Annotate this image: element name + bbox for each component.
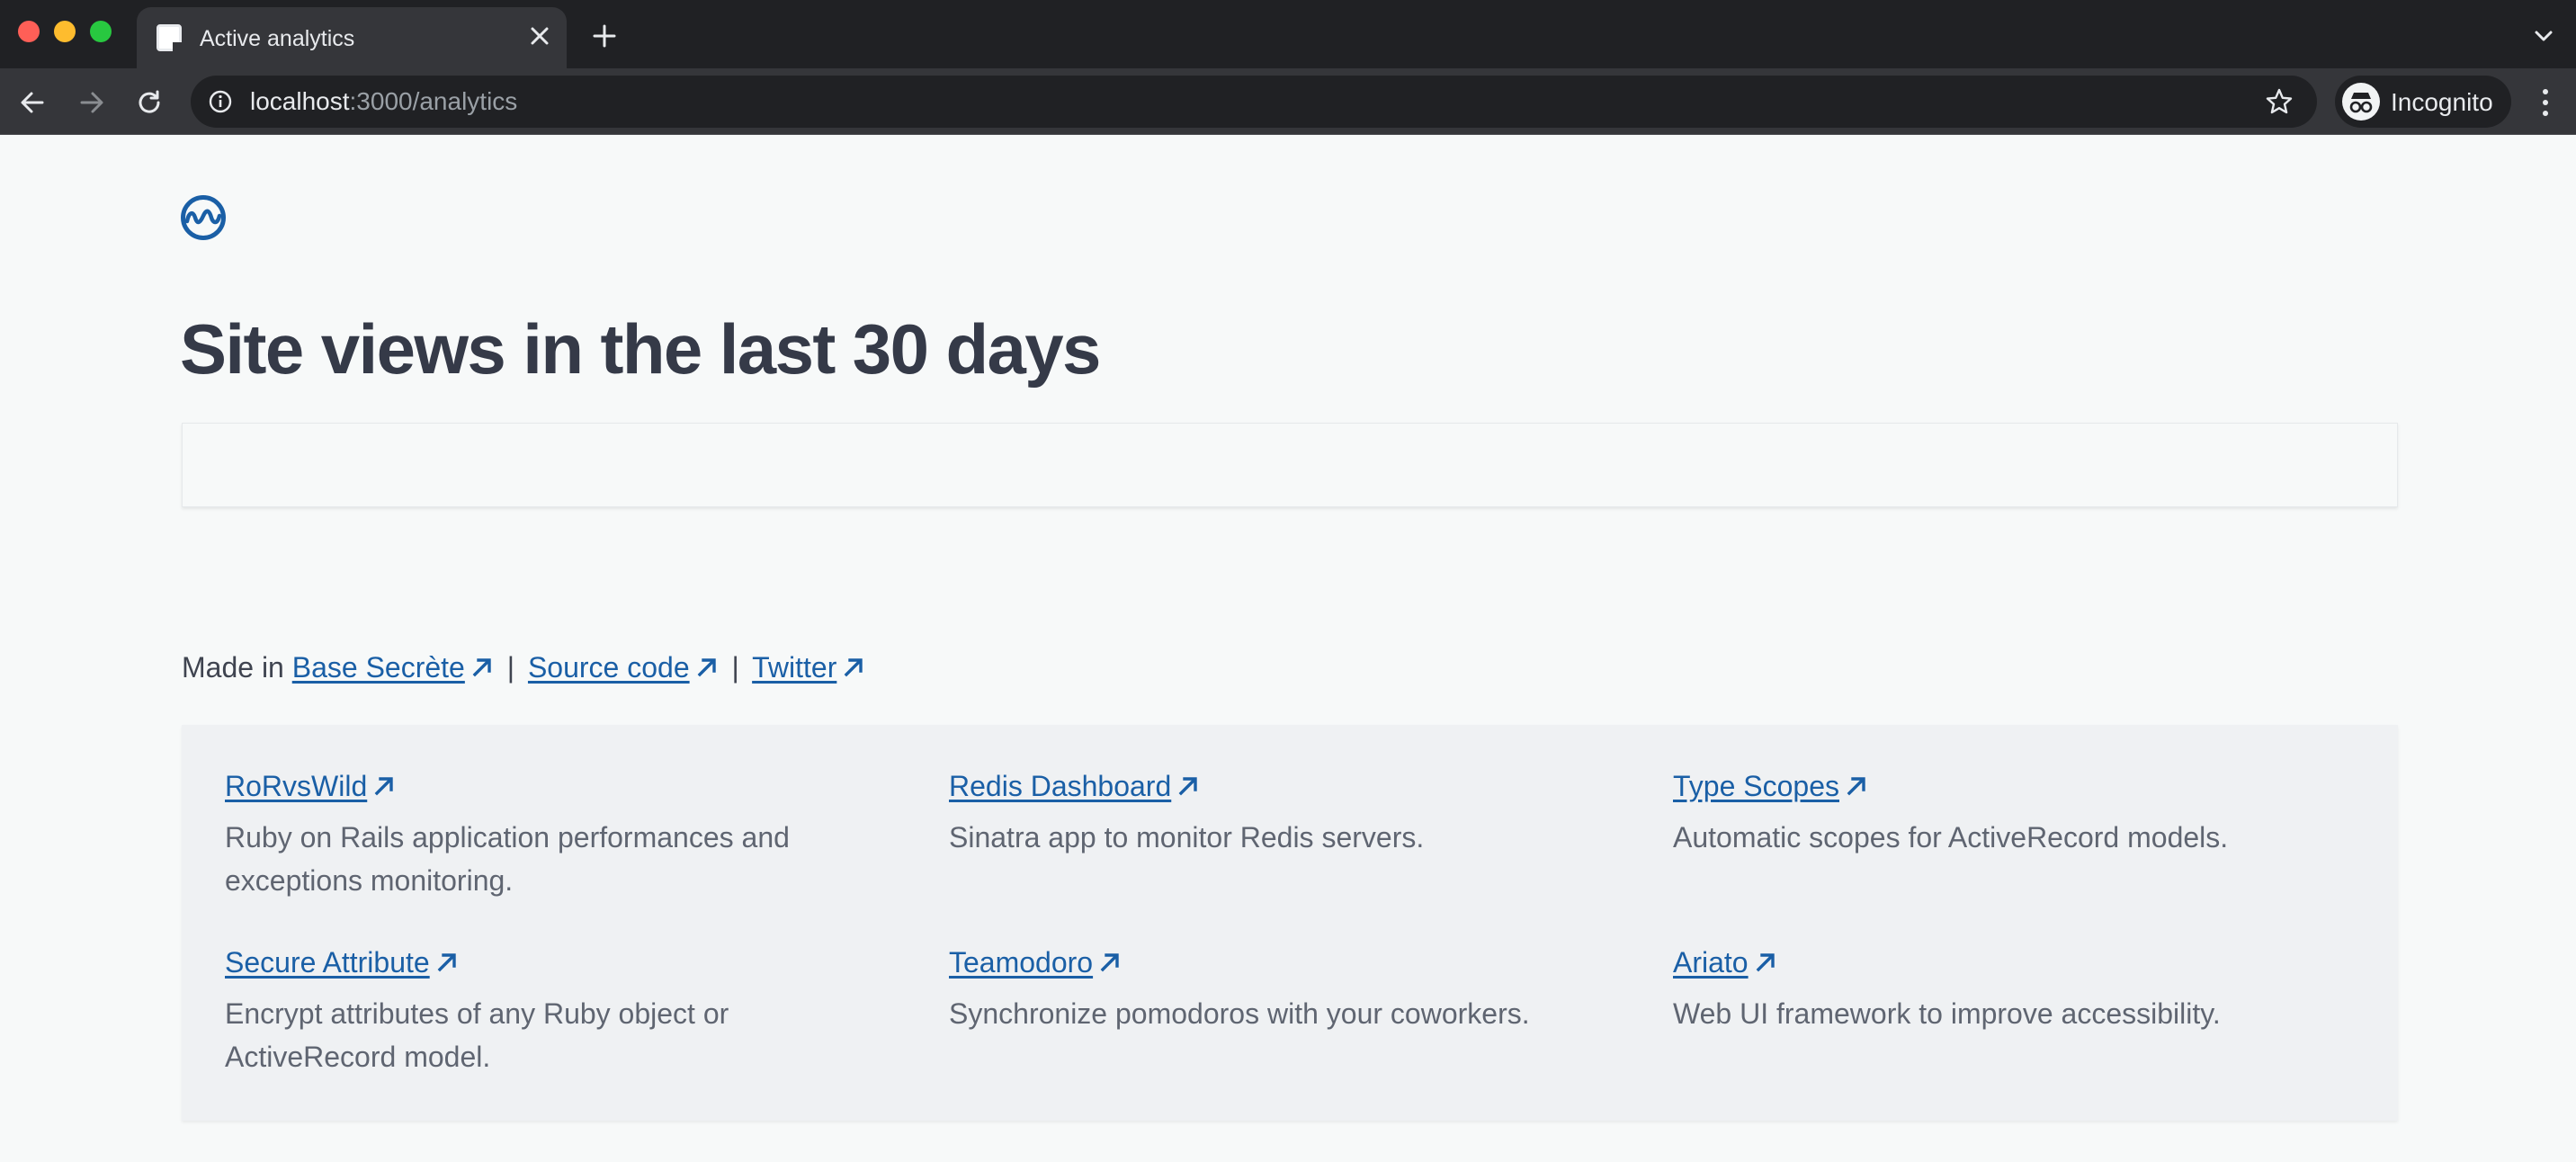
- incognito-label: Incognito: [2391, 88, 2493, 116]
- project-description: Ruby on Rails application performances a…: [225, 821, 790, 897]
- arrow-right-icon: [80, 92, 103, 113]
- back-button[interactable]: [13, 83, 52, 122]
- project-description: Web UI framework to improve accessibilit…: [1673, 997, 2221, 1030]
- views-chart-container: [182, 423, 2398, 507]
- maximize-window-button[interactable]: [90, 21, 112, 42]
- project-card: Redis Dashboard Sinatra app to monitor R…: [949, 770, 1614, 859]
- tab-search-button[interactable]: [2527, 20, 2560, 52]
- project-link-redis-dashboard[interactable]: Redis Dashboard: [949, 770, 1171, 802]
- browser-tab-bar: Active analytics: [0, 0, 2576, 68]
- incognito-icon: [2342, 83, 2380, 121]
- browser-tab-active[interactable]: Active analytics: [137, 7, 567, 68]
- project-description: Encrypt attributes of any Ruby object or…: [225, 997, 729, 1073]
- base-secrete-link[interactable]: Base Secrète: [292, 651, 465, 684]
- arrow-up-right-icon: [472, 658, 491, 677]
- url-text[interactable]: localhost:3000/analytics: [250, 87, 517, 116]
- arrow-up-right-icon: [374, 777, 393, 796]
- footer-separator: |: [506, 651, 515, 684]
- project-link-teamodoro[interactable]: Teamodoro: [949, 946, 1093, 979]
- plus-icon: [593, 24, 616, 48]
- wave-circle-logo[interactable]: [180, 194, 227, 241]
- footer-prefix: Made in: [182, 651, 284, 684]
- twitter-link[interactable]: Twitter: [752, 651, 836, 684]
- arrow-up-right-icon: [1178, 777, 1197, 796]
- new-tab-button[interactable]: [586, 18, 622, 54]
- source-code-link[interactable]: Source code: [528, 651, 690, 684]
- browser-menu-button[interactable]: [2527, 83, 2563, 122]
- project-card: Type Scopes Automatic scopes for ActiveR…: [1673, 770, 2339, 859]
- bookmark-star-icon[interactable]: [2265, 87, 2294, 116]
- reload-button[interactable]: [130, 83, 169, 122]
- tab-close-button[interactable]: [523, 20, 556, 52]
- close-window-button[interactable]: [18, 21, 40, 42]
- arrow-up-right-icon: [844, 658, 863, 677]
- reload-icon: [139, 90, 160, 113]
- arrow-up-right-icon: [1100, 953, 1119, 972]
- page-icon: [157, 24, 182, 51]
- more-vert-icon: [2543, 89, 2548, 116]
- projects-panel: RoRvsWild Ruby on Rails application perf…: [182, 725, 2398, 1121]
- project-link-secure-attribute[interactable]: Secure Attribute: [225, 946, 430, 979]
- tab-title: Active analytics: [200, 26, 355, 51]
- address-bar[interactable]: localhost:3000/analytics: [191, 76, 2317, 128]
- arrow-up-right-icon: [1847, 777, 1865, 796]
- page-content: Site views in the last 30 days Made in B…: [0, 135, 2576, 1162]
- project-link-ariato[interactable]: Ariato: [1673, 946, 1749, 979]
- project-card: Teamodoro Synchronize pomodoros with you…: [949, 946, 1614, 1035]
- footer-separator: |: [731, 651, 739, 684]
- chevron-down-icon: [2535, 31, 2553, 41]
- arrow-up-right-icon: [437, 953, 456, 972]
- close-icon: [531, 27, 549, 45]
- made-in-footer: Made in Base Secrète | Source code | Twi…: [182, 651, 865, 684]
- incognito-profile-button[interactable]: Incognito: [2335, 76, 2511, 128]
- project-card: Secure Attribute Encrypt attributes of a…: [225, 946, 890, 1078]
- project-card: RoRvsWild Ruby on Rails application perf…: [225, 770, 890, 902]
- arrow-up-right-icon: [697, 658, 716, 677]
- forward-button[interactable]: [72, 83, 112, 122]
- browser-toolbar: localhost:3000/analytics: [0, 68, 2576, 135]
- minimize-window-button[interactable]: [54, 21, 76, 42]
- arrow-left-icon: [21, 92, 44, 113]
- arrow-up-right-icon: [1756, 953, 1775, 972]
- info-icon[interactable]: [209, 90, 232, 113]
- project-link-type-scopes[interactable]: Type Scopes: [1673, 770, 1839, 802]
- page-title: Site views in the last 30 days: [180, 309, 1101, 389]
- project-description: Sinatra app to monitor Redis servers.: [949, 821, 1425, 854]
- project-description: Synchronize pomodoros with your coworker…: [949, 997, 1530, 1030]
- project-link-rorvswild[interactable]: RoRvsWild: [225, 770, 367, 802]
- project-card: Ariato Web UI framework to improve acces…: [1673, 946, 2339, 1035]
- project-description: Automatic scopes for ActiveRecord models…: [1673, 821, 2229, 854]
